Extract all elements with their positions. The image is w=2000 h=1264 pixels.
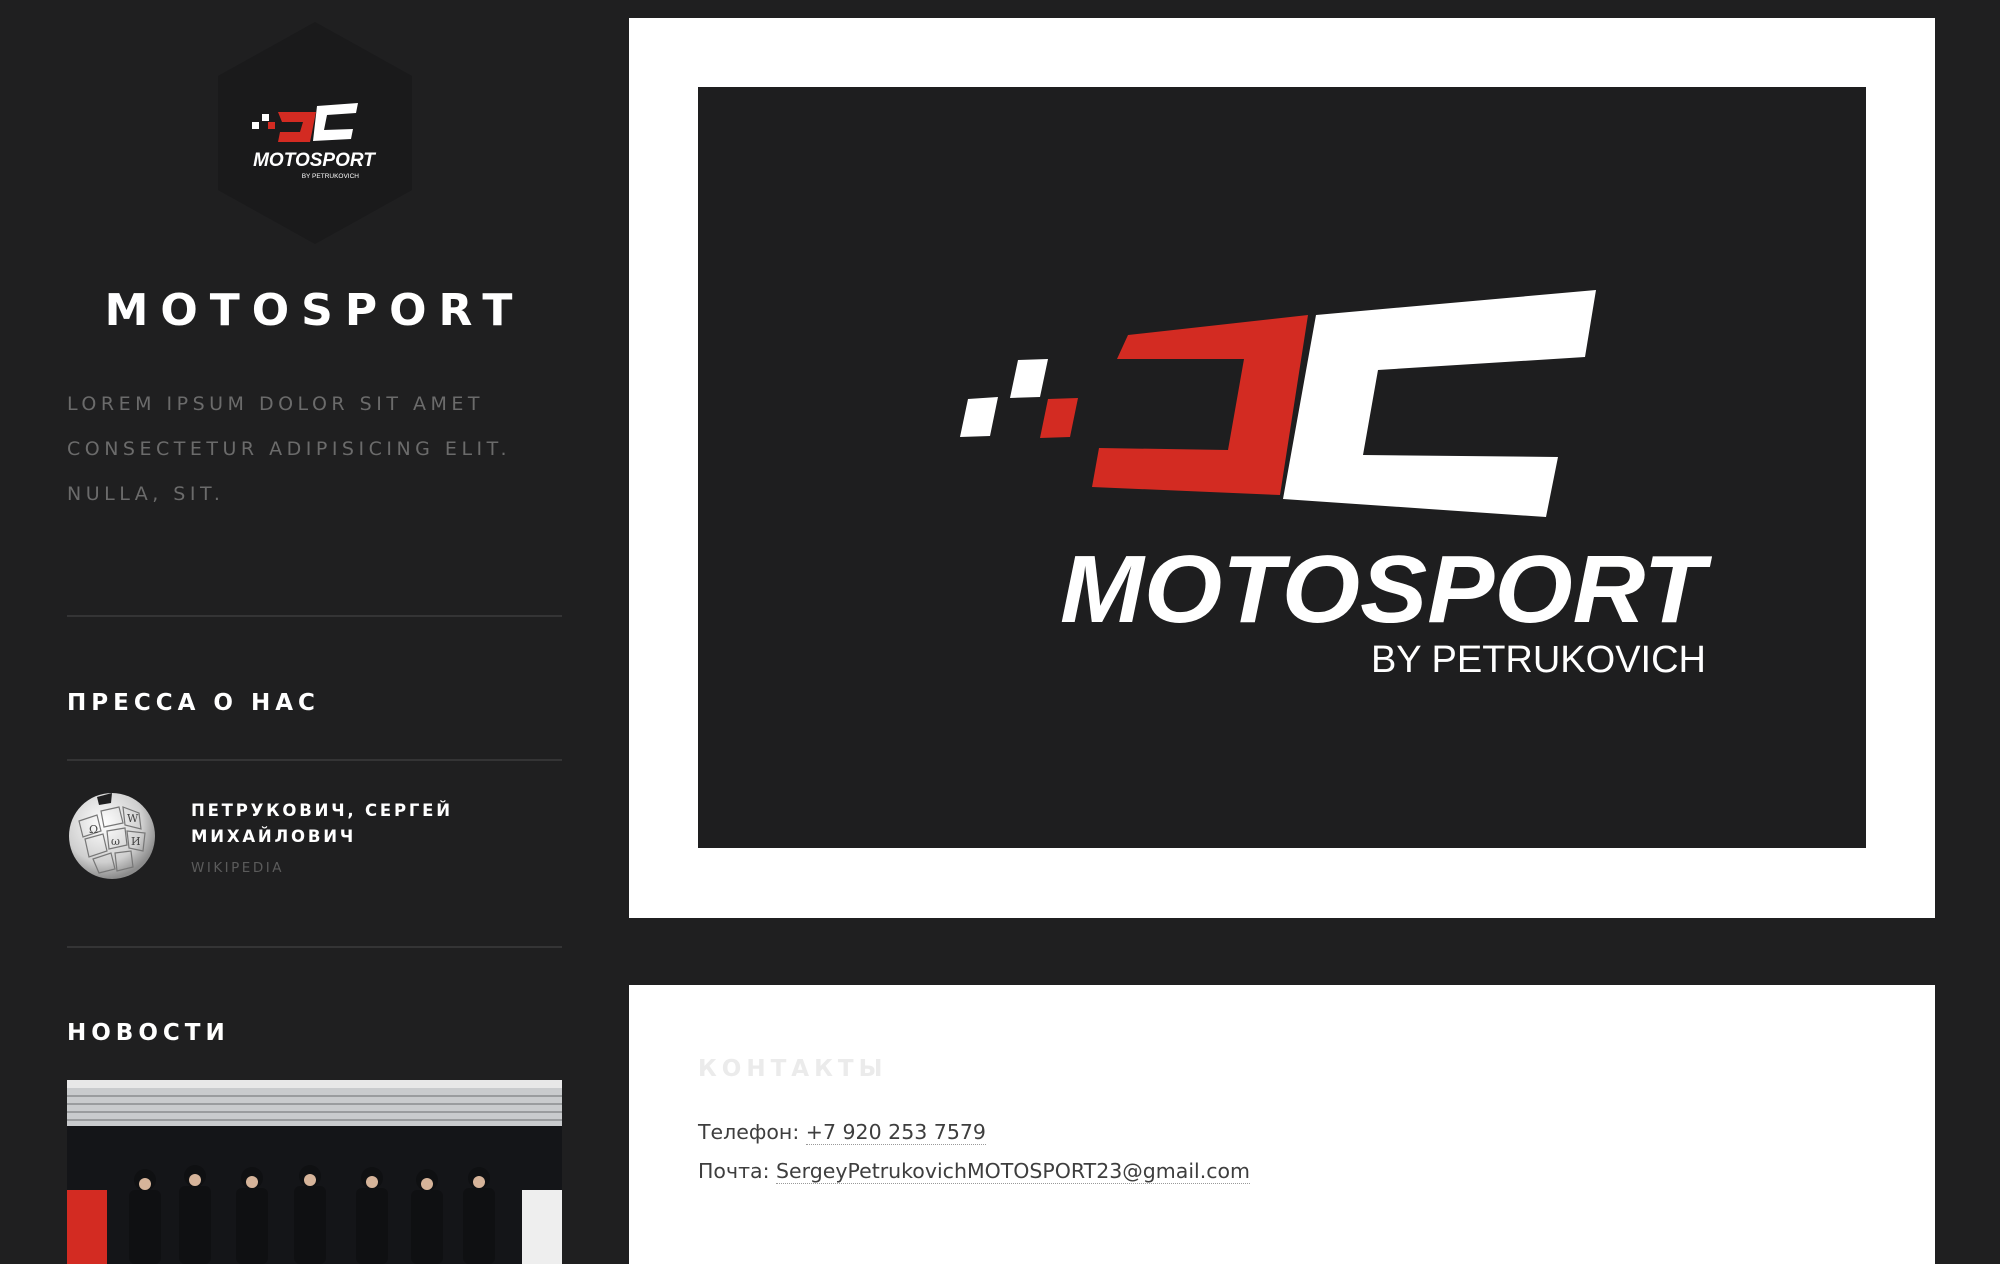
site-title[interactable]: MOTOSPORT — [0, 285, 629, 336]
hero-subtext: BY PETRUKOVICH — [1371, 639, 1706, 681]
email-label: Почта: — [698, 1159, 770, 1183]
news-heading: НОВОСТИ — [67, 1020, 230, 1046]
motosport-logo-icon: MOTOSPORT BY PETRUKOVICH — [960, 290, 1713, 681]
phone-link[interactable]: +7 920 253 7579 — [805, 1120, 986, 1145]
press-item-source: WIKIPEDIA — [191, 860, 284, 876]
hero-card: MOTOSPORT BY PETRUKOVICH — [629, 18, 1935, 918]
svg-text:W: W — [127, 812, 139, 825]
divider — [67, 759, 562, 761]
contact-phone-row: Телефон: +7 920 253 7579 — [698, 1120, 986, 1145]
email-link[interactable]: SergeyPetrukovichMOTOSPORT23@gmail.com — [776, 1159, 1251, 1184]
logo-wordmark: MOTOSPORT — [253, 150, 376, 171]
press-heading: ПРЕССА О НАС — [67, 690, 320, 716]
contacts-heading: КОНТАКТЫ — [698, 1056, 888, 1082]
svg-text:Ω: Ω — [89, 823, 98, 836]
divider — [67, 615, 562, 617]
hero-image: MOTOSPORT BY PETRUKOVICH — [698, 87, 1866, 848]
site-logo[interactable]: MOTOSPORT BY PETRUKOVICH — [200, 18, 430, 248]
phone-label: Телефон: — [698, 1120, 800, 1144]
logo-subtext: BY PETRUKOVICH — [302, 173, 360, 180]
press-item[interactable]: Ω W И ω ПЕТРУКОВИЧ, СЕРГЕЙ МИХАЙЛОВИЧ WI… — [67, 788, 562, 883]
hero-wordmark: MOTOSPORT — [1060, 536, 1713, 643]
contact-email-row: Почта: SergeyPetrukovichMOTOSPORT23@gmai… — [698, 1159, 1251, 1184]
motosport-logo-icon: MOTOSPORT BY PETRUKOVICH — [218, 22, 412, 244]
svg-text:И: И — [131, 835, 141, 848]
news-team-photo[interactable] — [67, 1080, 562, 1264]
site-tagline: LOREM IPSUM DOLOR SIT AMET CONSECTETUR A… — [67, 393, 512, 505]
contacts-card: КОНТАКТЫ Телефон: +7 920 253 7579 Почта:… — [629, 985, 1935, 1264]
wikipedia-globe-icon: Ω W И ω — [67, 791, 157, 881]
divider — [67, 946, 562, 948]
sidebar: MOTOSPORT BY PETRUKOVICH MOTOSPORT LOREM… — [0, 0, 629, 1264]
svg-text:ω: ω — [111, 835, 120, 848]
press-item-title: ПЕТРУКОВИЧ, СЕРГЕЙ МИХАЙЛОВИЧ — [191, 801, 453, 846]
